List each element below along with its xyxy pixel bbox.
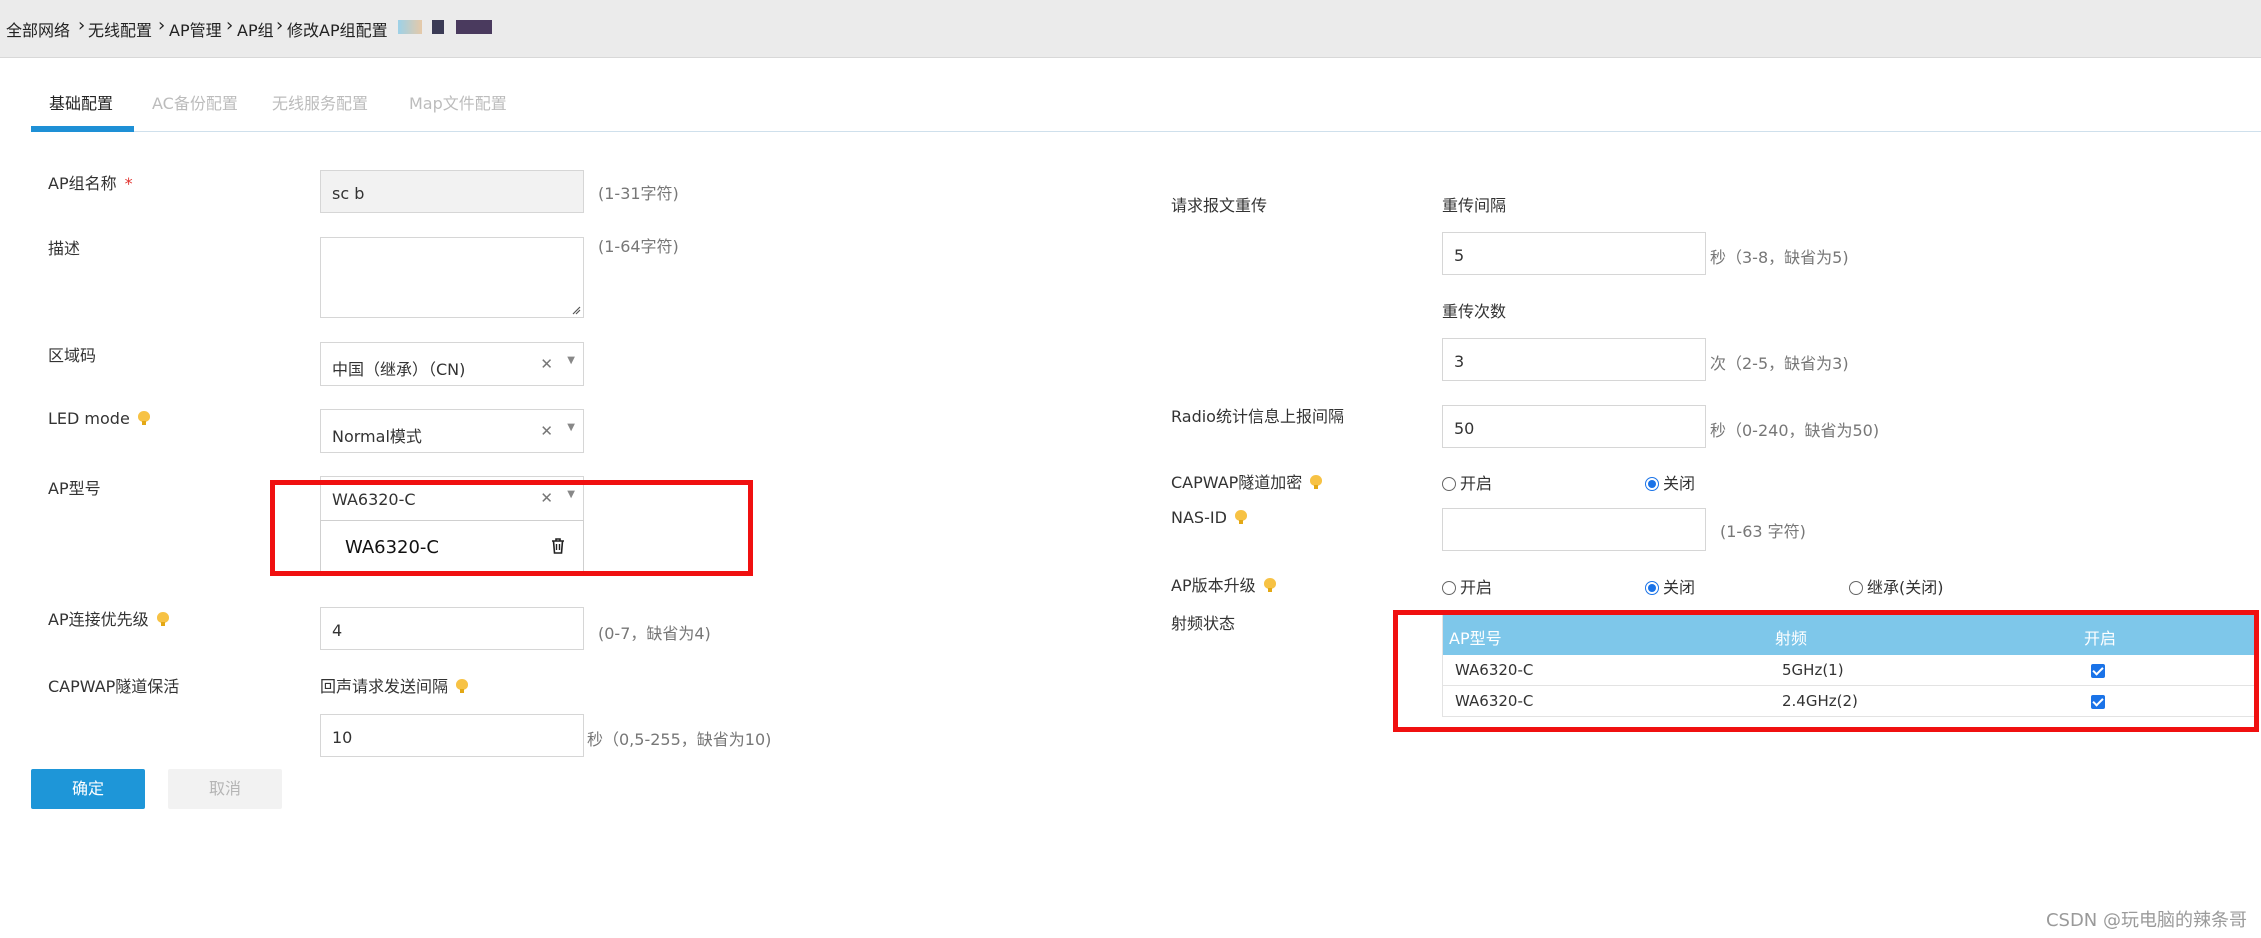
watermark: CSDN @玩电脑的辣条哥 — [2045, 910, 2247, 931]
nas-id-hint: (1-63 字符) — [1720, 522, 1806, 541]
ap-upgrade-inherit-radio[interactable]: 继承(关闭) — [1849, 574, 1944, 598]
breadcrumb-item-all-network[interactable]: 全部网络 — [6, 17, 70, 41]
region-code-select[interactable]: 中国（继承）（CN) ✕ ▼ — [320, 342, 584, 386]
radio-icon[interactable] — [1442, 581, 1456, 595]
led-mode-label: LED mode — [48, 409, 150, 428]
breadcrumb-separator: › — [276, 15, 284, 36]
tip-bulb-icon[interactable] — [156, 612, 169, 626]
required-mark: * — [124, 174, 133, 193]
radio-state-label: 射频状态 — [1171, 614, 1236, 633]
ap-model-label: AP型号 — [48, 479, 101, 498]
radio-stats-hint: 秒（0-240，缺省为50) — [1710, 421, 1880, 440]
region-code-label: 区域码 — [48, 346, 97, 365]
echo-interval-hint: 秒（0,5-255，缺省为10) — [587, 730, 772, 749]
radio-checked-icon[interactable] — [1645, 477, 1659, 491]
breadcrumb-separator: › — [158, 15, 166, 36]
tip-bulb-icon[interactable] — [456, 679, 469, 693]
retransmit-count-hint: 次（2-5，缺省为3) — [1710, 354, 1849, 373]
description-hint: (1-64字符) — [598, 237, 679, 256]
retransmit-interval-hint: 秒（3-8，缺省为5) — [1710, 248, 1849, 267]
chevron-down-icon[interactable]: ▼ — [567, 355, 575, 366]
radio-stats-label: Radio统计信息上报间隔 — [1171, 407, 1344, 426]
clear-icon[interactable]: ✕ — [540, 422, 553, 440]
breadcrumb-item-ap-group[interactable]: AP组 — [237, 17, 274, 41]
confirm-button[interactable]: 确定 — [31, 769, 145, 809]
ap-priority-input[interactable]: 4 — [320, 607, 584, 650]
annotation-highlight-box — [1393, 610, 2259, 732]
retransmit-label: 请求报文重传 — [1171, 196, 1268, 215]
breadcrumb-separator: › — [226, 15, 234, 36]
chevron-down-icon[interactable]: ▼ — [567, 422, 575, 433]
tip-bulb-icon[interactable] — [137, 411, 150, 425]
clear-icon[interactable]: ✕ — [540, 355, 553, 373]
radio-stats-input[interactable]: 50 — [1442, 405, 1706, 448]
tab-wireless-service-config[interactable]: 无线服务配置 — [272, 90, 368, 114]
ap-priority-label: AP连接优先级 — [48, 606, 169, 630]
led-mode-select[interactable]: Normal模式 ✕ ▼ — [320, 409, 584, 453]
echo-interval-label: 回声请求发送间隔 — [320, 673, 469, 697]
resize-grip-icon[interactable] — [571, 305, 581, 315]
group-name-input[interactable]: sc b — [320, 170, 584, 213]
retransmit-count-input[interactable]: 3 — [1442, 338, 1706, 381]
breadcrumb-item-ap-management[interactable]: AP管理 — [169, 17, 222, 41]
tip-bulb-icon[interactable] — [1310, 475, 1323, 489]
radio-checked-icon[interactable] — [1645, 581, 1659, 595]
description-label: 描述 — [48, 239, 81, 258]
ap-upgrade-off-radio[interactable]: 关闭 — [1645, 574, 1695, 598]
ap-priority-hint: (0-7，缺省为4) — [598, 624, 711, 643]
redacted-blur — [398, 20, 422, 34]
group-name-hint: (1-31字符) — [598, 184, 679, 203]
ap-upgrade-label: AP版本升级 — [1171, 572, 1276, 596]
echo-interval-input[interactable]: 10 — [320, 714, 584, 757]
retransmit-interval-label: 重传间隔 — [1442, 196, 1507, 215]
redacted-blur — [432, 20, 444, 34]
tip-bulb-icon[interactable] — [1263, 578, 1276, 592]
capwap-keepalive-label: CAPWAP隧道保活 — [48, 677, 180, 696]
tab-map-file-config[interactable]: Map文件配置 — [409, 90, 507, 114]
capwap-encrypt-on-radio[interactable]: 开启 — [1442, 470, 1492, 494]
region-code-value: 中国（继承）（CN) — [332, 360, 466, 379]
breadcrumb-bar: 全部网络 › 无线配置 › AP管理 › AP组 › 修改AP组配置 — [0, 0, 2261, 58]
cancel-button[interactable]: 取消 — [168, 769, 282, 809]
capwap-encrypt-off-radio[interactable]: 关闭 — [1645, 470, 1695, 494]
radio-icon[interactable] — [1442, 477, 1456, 491]
breadcrumb-item-edit-ap-group: 修改AP组配置 — [287, 21, 388, 40]
group-name-label: AP组名称 * — [48, 174, 133, 193]
tab-ac-backup-config[interactable]: AC备份配置 — [152, 90, 238, 114]
redacted-blur — [456, 20, 492, 34]
tab-basic-config[interactable]: 基础配置 — [49, 90, 113, 114]
ap-upgrade-on-radio[interactable]: 开启 — [1442, 574, 1492, 598]
capwap-encrypt-label: CAPWAP隧道加密 — [1171, 469, 1323, 493]
annotation-highlight-box — [270, 480, 753, 576]
led-mode-value: Normal模式 — [332, 427, 422, 446]
nas-id-label: NAS-ID — [1171, 508, 1247, 527]
active-tab-indicator — [31, 126, 134, 132]
retransmit-interval-input[interactable]: 5 — [1442, 232, 1706, 275]
radio-icon[interactable] — [1849, 581, 1863, 595]
nas-id-input[interactable] — [1442, 508, 1706, 551]
retransmit-count-label: 重传次数 — [1442, 302, 1507, 321]
breadcrumb-item-wireless-config[interactable]: 无线配置 — [88, 17, 152, 41]
tab-bar: 基础配置 AC备份配置 无线服务配置 Map文件配置 — [31, 60, 2261, 132]
breadcrumb-separator: › — [78, 15, 86, 36]
description-textarea[interactable] — [320, 237, 584, 318]
tip-bulb-icon[interactable] — [1234, 510, 1247, 524]
